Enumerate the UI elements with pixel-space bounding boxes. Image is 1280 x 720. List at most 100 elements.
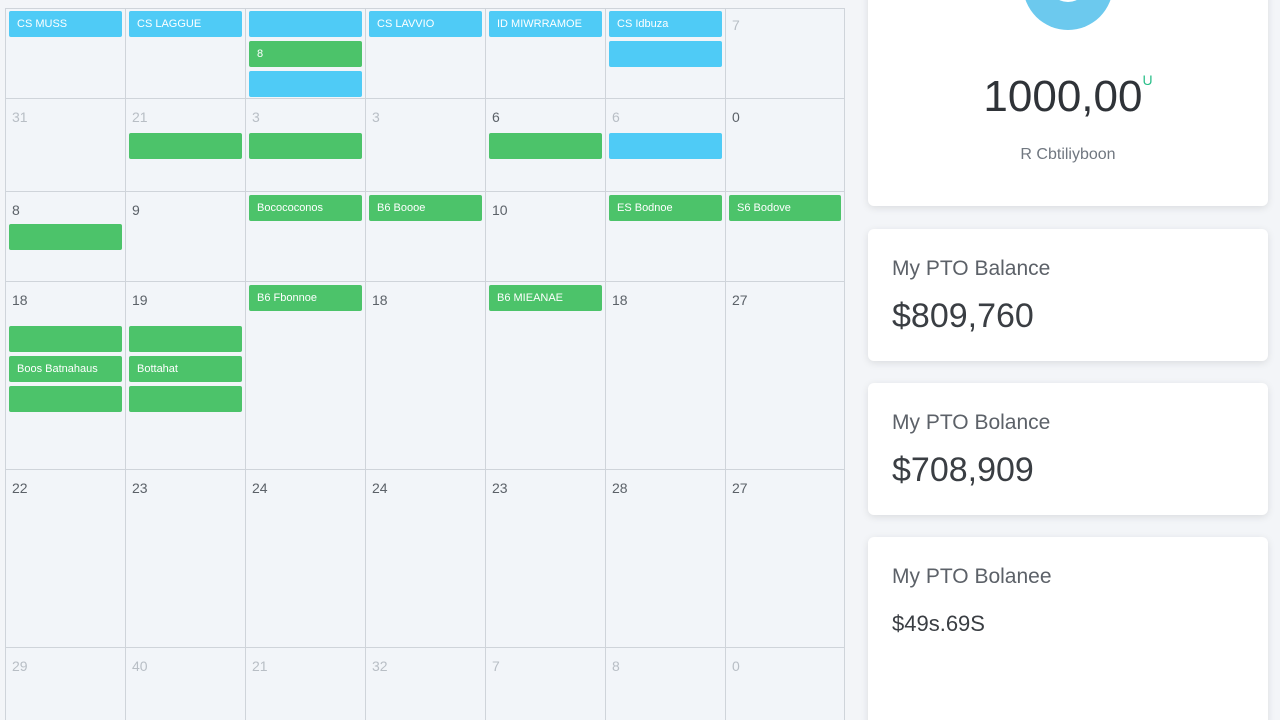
calendar-day-cell[interactable]: 8 xyxy=(246,9,366,99)
calendar-day-cell[interactable]: 18 Boos Batnahaus xyxy=(6,282,126,470)
day-number: 0 xyxy=(732,658,740,674)
calendar-day-cell[interactable]: 32 xyxy=(366,648,486,720)
calendar-event[interactable]: CS Idbuza xyxy=(609,11,722,37)
day-number: 23 xyxy=(492,480,508,496)
calendar-day-cell[interactable]: 6 xyxy=(606,99,726,192)
day-number: 28 xyxy=(612,480,628,496)
calendar-day-cell[interactable]: 7 xyxy=(726,9,844,99)
calendar-day-cell[interactable]: 18 xyxy=(366,282,486,470)
calendar-event[interactable]: 8 xyxy=(249,41,362,67)
pto-balance-value: $49s.69S xyxy=(892,611,985,636)
calendar-day-cell[interactable]: CS LAGGUE xyxy=(126,9,246,99)
day-number: 32 xyxy=(372,658,388,674)
calendar-day-cell[interactable]: 3 xyxy=(366,99,486,192)
day-number: 21 xyxy=(252,658,268,674)
day-number: 0 xyxy=(732,109,740,125)
calendar-day-cell[interactable]: 29 xyxy=(6,648,126,720)
calendar-event[interactable]: CS LAGGUE xyxy=(129,11,242,37)
calendar-day-cell[interactable]: 24 xyxy=(366,470,486,648)
calendar-day-cell[interactable]: 22 xyxy=(6,470,126,648)
calendar-day-cell[interactable]: 21 xyxy=(126,99,246,192)
calendar-event[interactable] xyxy=(609,133,722,159)
calendar-day-cell[interactable]: 27 xyxy=(726,282,844,470)
calendar-day-cell[interactable]: B6 Boooe xyxy=(366,192,486,282)
calendar-event[interactable]: ID MIWRRAMOE xyxy=(489,11,602,37)
calendar-event[interactable] xyxy=(249,11,362,37)
pto-balance-value: $809,760 xyxy=(892,297,1034,335)
pto-balance-title: My PTO Balance xyxy=(892,257,1051,280)
calendar-day-cell[interactable]: 31 xyxy=(6,99,126,192)
day-number: 31 xyxy=(12,109,28,125)
calendar-event[interactable]: CS LAVVIO xyxy=(369,11,482,37)
calendar-day-cell[interactable]: B6 Fbonnoe xyxy=(246,282,366,470)
pto-balance-title: My PTO Bolanee xyxy=(892,565,1052,588)
day-number: 6 xyxy=(612,109,620,125)
calendar-event[interactable] xyxy=(129,133,242,159)
calendar-event[interactable]: Bottahat xyxy=(129,356,242,382)
calendar-event[interactable] xyxy=(249,133,362,159)
calendar-day-cell[interactable]: 40 xyxy=(126,648,246,720)
pto-balance-title: My PTO Bolance xyxy=(892,411,1051,434)
user-avatar-icon xyxy=(1023,0,1113,38)
calendar-day-cell[interactable]: 9 xyxy=(126,192,246,282)
day-number: 22 xyxy=(12,480,28,496)
calendar-event[interactable] xyxy=(129,386,242,412)
calendar-day-cell[interactable]: 3 xyxy=(246,99,366,192)
calendar-event[interactable]: CS MUSS xyxy=(9,11,122,37)
day-number: 18 xyxy=(612,292,628,308)
calendar-event[interactable]: ES Bodnoe xyxy=(609,195,722,221)
calendar-day-cell[interactable]: 10 xyxy=(486,192,606,282)
calendar-day-cell[interactable]: 19 Bottahat xyxy=(126,282,246,470)
calendar-day-cell[interactable]: 23 xyxy=(486,470,606,648)
calendar-day-cell[interactable]: 28 xyxy=(606,470,726,648)
day-number: 27 xyxy=(732,480,748,496)
calendar-day-cell[interactable]: 27 xyxy=(726,470,844,648)
calendar-event[interactable]: Boos Batnahaus xyxy=(9,356,122,382)
pto-balance-card-3: My PTO Bolanee $49s.69S xyxy=(868,537,1268,720)
calendar-event[interactable]: B6 Boooe xyxy=(369,195,482,221)
calendar-day-cell[interactable]: 6 xyxy=(486,99,606,192)
calendar-day-cell[interactable]: 18 xyxy=(606,282,726,470)
calendar-event[interactable]: B6 MIEANAE xyxy=(489,285,602,311)
calendar-day-cell[interactable]: 8 xyxy=(6,192,126,282)
calendar-event[interactable] xyxy=(9,386,122,412)
day-number: 10 xyxy=(492,202,508,218)
calendar-day-cell[interactable]: S6 Bodove xyxy=(726,192,844,282)
summary-amount: 1000,00 xyxy=(983,72,1143,121)
calendar-grid: CS MUSS CS LAGGUE 8 CS LAVVIO ID MIWRRAMOE CS… xyxy=(5,8,845,720)
calendar-event[interactable]: B6 Fbonnoe xyxy=(249,285,362,311)
day-number: 8 xyxy=(12,202,20,218)
day-number: 6 xyxy=(492,109,500,125)
calendar-day-cell[interactable]: CS MUSS xyxy=(6,9,126,99)
calendar-day-cell[interactable]: 24 xyxy=(246,470,366,648)
pto-balance-card-1: My PTO Balance $809,760 xyxy=(868,229,1268,361)
calendar-day-cell[interactable]: 23 xyxy=(126,470,246,648)
calendar-day-cell[interactable]: 8 xyxy=(606,648,726,720)
calendar-day-cell[interactable]: 0 xyxy=(726,648,844,720)
calendar-day-cell[interactable]: 7 xyxy=(486,648,606,720)
day-number: 23 xyxy=(132,480,148,496)
calendar-day-cell[interactable]: CS Idbuza xyxy=(606,9,726,99)
summary-value: 1000,00U xyxy=(868,72,1268,122)
calendar-event[interactable] xyxy=(129,326,242,352)
calendar-event[interactable] xyxy=(9,326,122,352)
day-number: 24 xyxy=(252,480,268,496)
calendar-day-cell[interactable]: 0 xyxy=(726,99,844,192)
calendar-event[interactable] xyxy=(489,133,602,159)
calendar-event[interactable] xyxy=(249,71,362,97)
day-number: 21 xyxy=(132,109,148,125)
calendar-day-cell[interactable]: Bocococonos xyxy=(246,192,366,282)
calendar-event[interactable] xyxy=(9,224,122,250)
day-number: 7 xyxy=(732,17,740,33)
calendar-day-cell[interactable]: 21 xyxy=(246,648,366,720)
day-number: 3 xyxy=(252,109,260,125)
calendar-day-cell[interactable]: CS LAVVIO xyxy=(366,9,486,99)
day-number: 27 xyxy=(732,292,748,308)
calendar-day-cell[interactable]: B6 MIEANAE xyxy=(486,282,606,470)
calendar-event[interactable]: S6 Bodove xyxy=(729,195,841,221)
calendar-event[interactable]: Bocococonos xyxy=(249,195,362,221)
calendar-day-cell[interactable]: ES Bodnoe xyxy=(606,192,726,282)
calendar-event[interactable] xyxy=(609,41,722,67)
day-number: 8 xyxy=(612,658,620,674)
calendar-day-cell[interactable]: ID MIWRRAMOE xyxy=(486,9,606,99)
